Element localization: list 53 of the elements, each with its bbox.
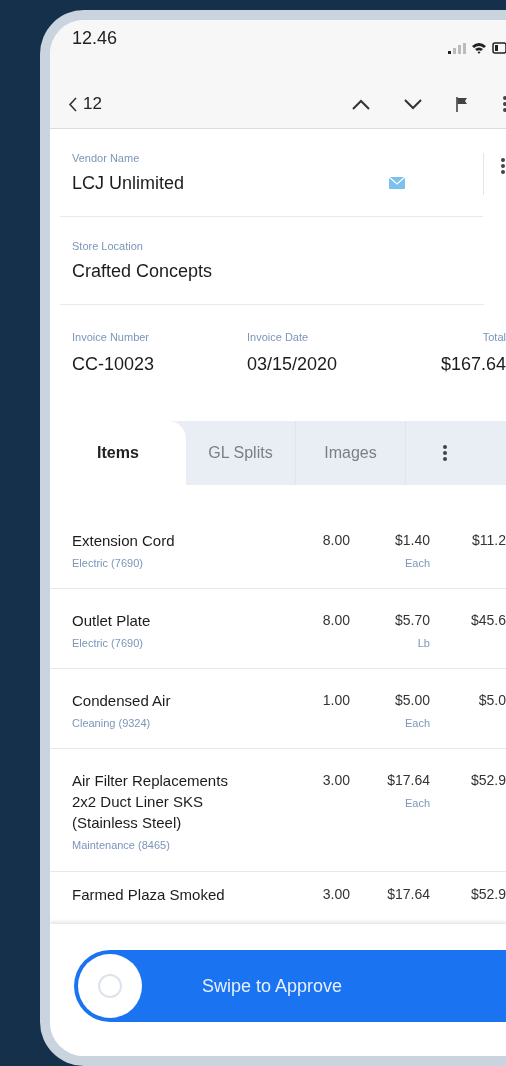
- back-button[interactable]: 12: [68, 94, 102, 114]
- item-quantity: 1.00: [321, 691, 350, 710]
- flag-icon[interactable]: [456, 96, 468, 112]
- item-total: $11.2: [471, 531, 506, 550]
- field-label: Invoice Date: [247, 331, 310, 343]
- field-label: Invoice Number: [72, 331, 151, 343]
- item-category: Cleaning (9324): [72, 717, 152, 729]
- item-unit: Each: [404, 717, 430, 729]
- item-price: $5.70: [394, 611, 430, 630]
- battery-icon: [492, 42, 506, 54]
- item-name: Farmed Plaza Smoked: [72, 885, 226, 905]
- field-value: Crafted Concepts: [72, 260, 214, 282]
- item-total: $45.6: [469, 611, 506, 630]
- item-price: $1.40: [394, 531, 430, 550]
- item-quantity: 8.00: [321, 531, 350, 550]
- more-icon[interactable]: [442, 444, 448, 462]
- item-name: Condensed Air: [72, 691, 172, 711]
- item-category: Electric (7690): [72, 637, 144, 649]
- item-category: Maintenance (8465): [72, 839, 171, 851]
- field-value: 03/15/2020: [247, 354, 339, 375]
- signal-icon: [448, 42, 466, 54]
- item-price: $5.00: [394, 691, 430, 710]
- item-price: $17.64: [387, 885, 430, 904]
- item-total: $52.9: [469, 885, 506, 904]
- item-unit: Each: [404, 557, 430, 569]
- item-total: $5.0: [477, 691, 506, 710]
- field-value: LCJ Unlimited: [72, 172, 186, 194]
- item-unit: Lb: [417, 637, 430, 649]
- item-category: Electric (7690): [72, 557, 144, 569]
- item-quantity: 8.00: [321, 611, 350, 630]
- tab[interactable]: Items: [50, 421, 186, 485]
- field-value: CC-10023: [72, 354, 156, 375]
- circle-icon: [97, 973, 123, 999]
- item-name: Air Filter Replacements 2x2 Duct Liner SKS (Stainless Steel): [72, 771, 229, 833]
- field-label: Store Location: [72, 239, 144, 252]
- back-chevron-icon: [68, 96, 77, 112]
- swipe-slider[interactable]: Swipe to Approve: [74, 950, 506, 1022]
- field-label: Total: [482, 331, 506, 343]
- clock-time: 12.46: [72, 28, 118, 49]
- chevron-down-icon[interactable]: [404, 98, 422, 110]
- item-price: $17.64: [387, 771, 430, 790]
- item-unit: Each: [404, 797, 430, 809]
- item-quantity: 3.00: [321, 885, 350, 904]
- wifi-icon: [471, 42, 487, 54]
- item-total: $52.9: [469, 771, 506, 790]
- item-name: Extension Cord: [72, 531, 176, 551]
- slider-knob[interactable]: [78, 954, 142, 1018]
- field-label: Vendor Name: [72, 151, 141, 164]
- chevron-up-icon[interactable]: [352, 98, 370, 110]
- item-name: Outlet Plate: [72, 611, 152, 631]
- more-icon[interactable]: [500, 157, 506, 175]
- item-quantity: 3.00: [321, 771, 350, 790]
- field-value: $167.64: [440, 354, 506, 375]
